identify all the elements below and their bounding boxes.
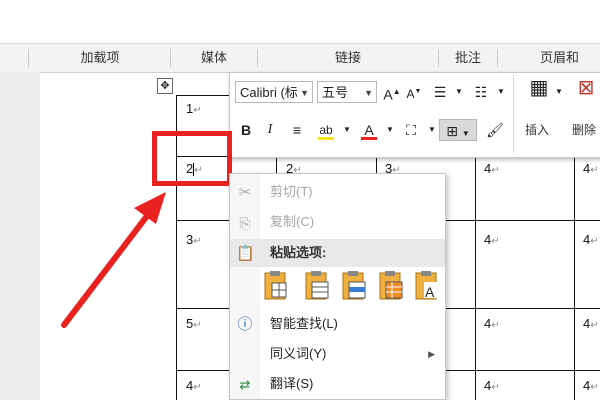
scissors-icon: ✂ <box>238 184 252 201</box>
menu-item-cut[interactable]: ✂ 剪切(T) <box>230 178 445 206</box>
paste-nest-table-icon[interactable] <box>263 270 289 302</box>
copy-icon: ⎘ <box>239 215 251 231</box>
paste-text-only-icon[interactable]: A <box>414 270 440 302</box>
menu-item-synonyms[interactable]: 同义词(Y) ▶ <box>230 340 445 368</box>
context-menu: ✂ 剪切(T) ⎘ 复制(C) 📋 粘贴选项: A ⓘ 智能查找(L) 同义词(… <box>229 173 446 400</box>
svg-text:A: A <box>425 284 435 300</box>
menu-item-smart-lookup[interactable]: ⓘ 智能查找(L) <box>230 310 445 338</box>
translate-icon: ⇄ <box>239 377 251 392</box>
paste-overwrite-cells-icon[interactable] <box>378 270 404 302</box>
chevron-right-icon: ▶ <box>428 349 435 359</box>
menu-item-copy[interactable]: ⎘ 复制(C) <box>230 208 445 236</box>
smart-lookup-icon: ⓘ <box>237 316 253 333</box>
paste-insert-rows-icon[interactable] <box>341 270 367 302</box>
menu-item-translate[interactable]: ⇄ 翻译(S) <box>230 370 445 398</box>
clipboard-icon: 📋 <box>236 245 255 262</box>
paste-merge-table-icon[interactable] <box>304 270 330 302</box>
menu-item-paste-options: 📋 粘贴选项: <box>230 239 445 267</box>
